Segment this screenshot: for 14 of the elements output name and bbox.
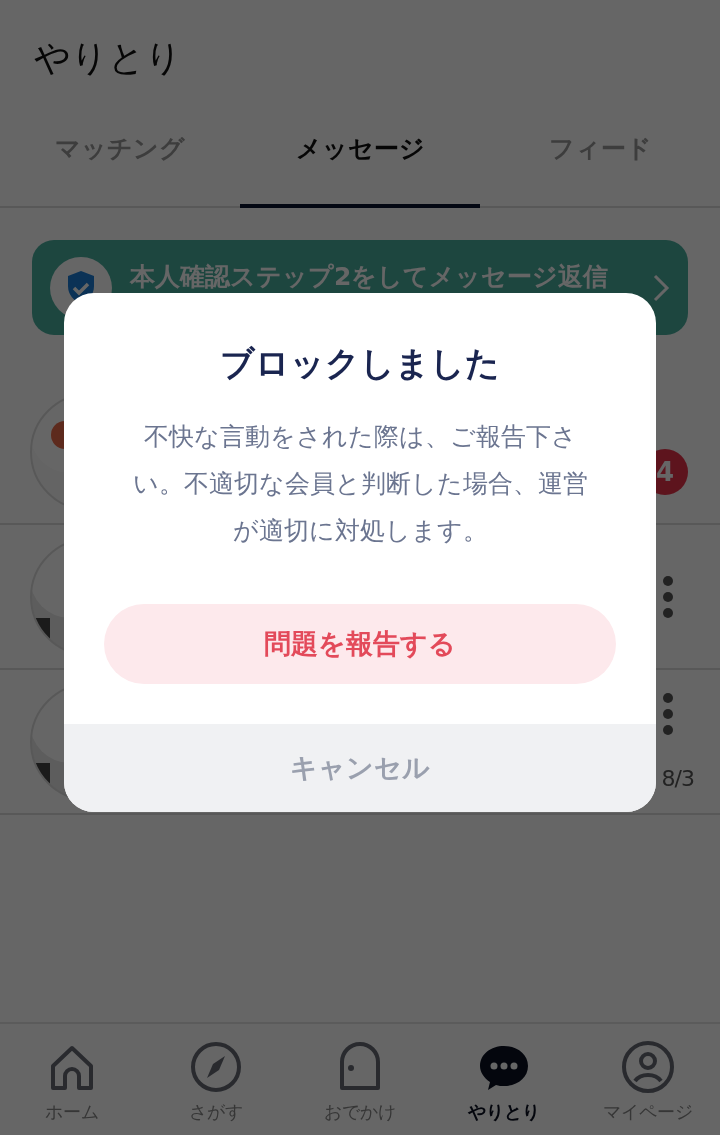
- dialog-message: 不快な言動をされた際は、ご報告下さい。不適切な会員と判断した場合、運営が適切に対処します。: [131, 421, 589, 547]
- cancel-button[interactable]: キャンセル: [64, 724, 656, 812]
- chevron-right-icon: [652, 272, 670, 303]
- banner-text: 本人確認ステップ2をしてメッセージ返信: [130, 261, 610, 293]
- more-options-icon[interactable]: [662, 692, 674, 736]
- compass-icon: [189, 1040, 243, 1094]
- nav-item[interactable]: やりとり: [432, 1024, 576, 1135]
- report-button[interactable]: 問題を報告する: [104, 604, 616, 684]
- tab[interactable]: メッセージ: [240, 100, 480, 208]
- more-options-icon[interactable]: [662, 574, 674, 619]
- person-icon: [621, 1040, 675, 1094]
- message-date: 8/3: [661, 766, 694, 791]
- page-title: やりとり: [34, 36, 182, 80]
- dialog-title: ブロックしました: [220, 342, 500, 385]
